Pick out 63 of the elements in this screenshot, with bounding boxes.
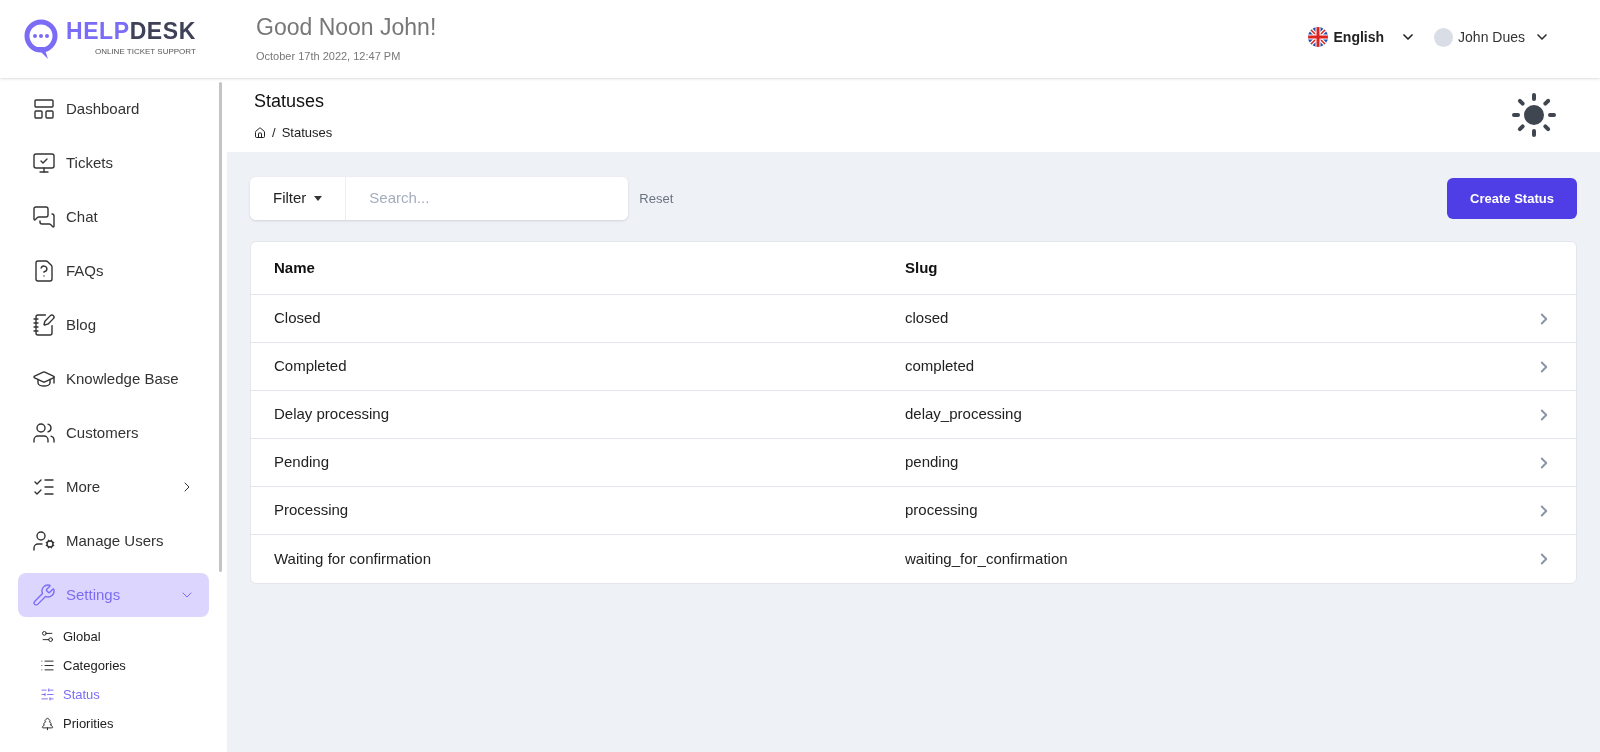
table-cell-text: Completed bbox=[274, 356, 348, 377]
sidebar-item[interactable]: Blog bbox=[18, 303, 209, 347]
filter-dropdown[interactable]: Filter bbox=[250, 177, 347, 220]
table-cell-text: Processing bbox=[274, 500, 350, 521]
column-header: Name bbox=[274, 257, 316, 278]
reset-button[interactable]: Reset bbox=[639, 188, 674, 209]
column-header: Slug bbox=[905, 257, 938, 278]
search-field[interactable]: Search... bbox=[346, 177, 629, 220]
home-icon[interactable] bbox=[254, 126, 266, 139]
sidebar-item[interactable]: More bbox=[18, 465, 209, 509]
submenu-icon bbox=[40, 629, 55, 644]
table-cell-text: Waiting for confirmation bbox=[274, 548, 432, 569]
table-cell-text: processing bbox=[905, 500, 979, 521]
table-cell-text: closed bbox=[905, 308, 950, 329]
sidebar-item[interactable]: Customers bbox=[18, 411, 209, 455]
table-cell-text: waiting_for_confirmation bbox=[905, 548, 1069, 569]
table-cell-text: pending bbox=[905, 452, 960, 473]
user-menu[interactable]: John Dues bbox=[1434, 26, 1550, 48]
table-row[interactable]: Waiting for confirmation waiting_for_confirmation bbox=[251, 535, 1576, 583]
menu-icon bbox=[32, 421, 56, 445]
table-row[interactable]: Completed completed bbox=[251, 343, 1576, 391]
caret-down-icon bbox=[314, 196, 323, 201]
logo-tagline: ONLINE TICKET SUPPORT bbox=[94, 46, 196, 58]
submenu-item[interactable]: Global bbox=[0, 622, 227, 651]
date-time: October 17th 2022, 12:47 PM bbox=[256, 49, 402, 65]
flag-icon bbox=[1307, 27, 1328, 47]
table-row[interactable]: Delay processing delay_processing bbox=[251, 391, 1576, 439]
greeting: Good Noon John! bbox=[256, 13, 438, 43]
sidebar-item[interactable]: Dashboard bbox=[18, 87, 209, 131]
table-row[interactable]: Pending pending bbox=[251, 439, 1576, 487]
sidebar-item[interactable]: FAQs bbox=[18, 249, 209, 293]
language-dropdown[interactable]: English bbox=[1307, 26, 1417, 48]
sidebar-item[interactable]: Chat bbox=[18, 195, 209, 239]
table-row[interactable]: Processing processing bbox=[251, 487, 1576, 535]
breadcrumb-item: Statuses bbox=[281, 123, 333, 142]
table-cell-text: Pending bbox=[274, 452, 331, 473]
menu-icon bbox=[32, 151, 56, 175]
table-cell-text: completed bbox=[905, 356, 976, 377]
sidebar-item[interactable]: Tickets bbox=[18, 141, 209, 185]
menu-icon bbox=[32, 313, 56, 337]
sidebar-item[interactable]: Knowledge Base bbox=[18, 357, 209, 401]
submenu-icon bbox=[40, 687, 55, 702]
submenu-item[interactable]: Categories bbox=[0, 651, 227, 680]
logo-wordmark: HELPDESK bbox=[66, 20, 196, 43]
sun-icon[interactable] bbox=[1510, 91, 1558, 139]
menu-icon bbox=[32, 205, 56, 229]
table-row[interactable]: Closed closed bbox=[251, 295, 1576, 343]
sidebar-item[interactable]: Manage Users bbox=[18, 519, 209, 563]
table-cell-text: Closed bbox=[274, 308, 322, 329]
create-status-button[interactable]: Create Status bbox=[1447, 178, 1577, 219]
menu-icon bbox=[32, 259, 56, 283]
menu-icon bbox=[32, 529, 56, 553]
table-cell-text: delay_processing bbox=[905, 404, 1023, 425]
submenu-icon bbox=[40, 658, 55, 673]
avatar bbox=[1434, 27, 1454, 47]
submenu-item[interactable]: Status bbox=[0, 680, 227, 709]
menu-icon bbox=[32, 97, 56, 121]
page-title: Statuses bbox=[254, 89, 326, 113]
table-cell-text: Delay processing bbox=[274, 404, 391, 425]
submenu-icon bbox=[40, 716, 55, 731]
submenu-item[interactable]: Priorities bbox=[0, 709, 227, 738]
breadcrumb-separator: / bbox=[272, 123, 276, 142]
menu-icon bbox=[32, 583, 56, 607]
